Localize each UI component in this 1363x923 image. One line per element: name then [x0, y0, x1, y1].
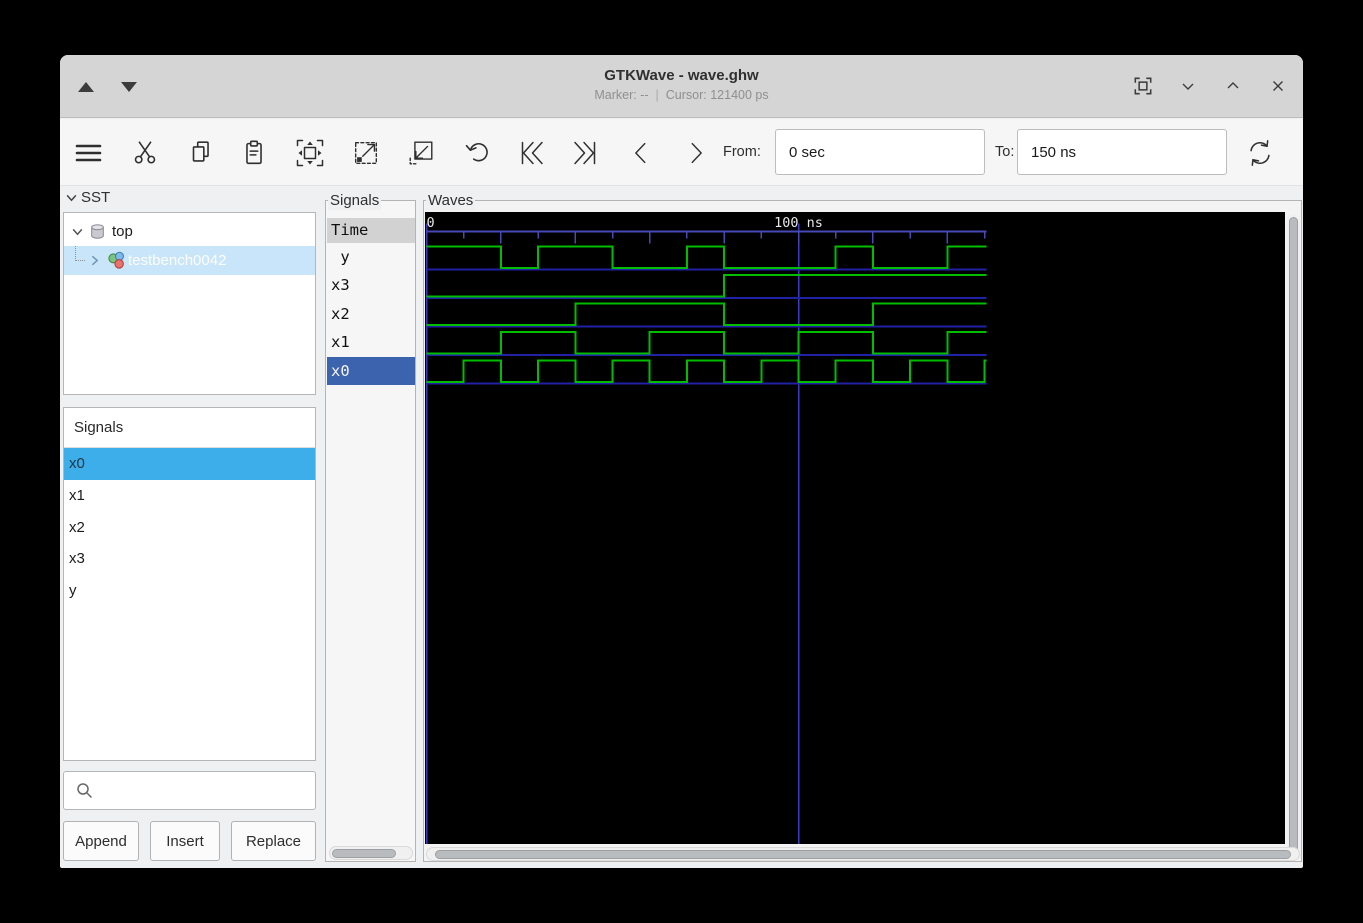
reload-button[interactable]: [1243, 136, 1277, 170]
zoom-out-frame-icon: [354, 141, 378, 165]
toolbar: From: To:: [60, 119, 1303, 186]
list-item-x1[interactable]: x1: [64, 480, 315, 512]
copy-icon: [192, 141, 209, 162]
sst-label: SST: [81, 189, 111, 206]
signal-name-x2[interactable]: x2: [327, 300, 415, 329]
signal-name-x0[interactable]: x0: [327, 356, 415, 386]
from-input[interactable]: [775, 129, 985, 175]
list-item-x3[interactable]: x3: [64, 543, 315, 575]
undo-button[interactable]: [460, 136, 494, 170]
waves-hscrollbar[interactable]: [426, 847, 1300, 861]
zoom-out-frame-button[interactable]: [349, 136, 383, 170]
wave-trace-x3: [426, 274, 987, 298]
wave-trace-x2: [426, 302, 987, 326]
waves-vscrollbar[interactable]: [1287, 214, 1300, 860]
signal-name-x3[interactable]: x3: [327, 271, 415, 300]
names-hscrollbar-thumb[interactable]: [332, 848, 396, 858]
chevron-down-icon: [1182, 83, 1194, 90]
chevron-left-icon: [635, 142, 646, 164]
signal-names-frame: Signals Time y x3 x2 x1 x0: [325, 191, 416, 862]
cursor-status: Cursor: 121400 ps: [665, 88, 769, 102]
window-title: GTKWave - wave.ghw: [604, 67, 759, 84]
waveform-canvas[interactable]: 0 100 ns: [425, 212, 1285, 844]
skip-to-start-icon: [521, 141, 543, 165]
from-label: From:: [723, 144, 761, 160]
tree-item-testbench[interactable]: testbench0042: [64, 246, 315, 275]
chevron-down-icon[interactable]: [71, 225, 84, 238]
wave-trace-x1: [426, 331, 987, 355]
waveform-plot[interactable]: 0 100 ns: [425, 212, 1285, 844]
search-icon: [76, 782, 93, 799]
cut-icon: [134, 141, 156, 164]
sst-tree-panel: top testbench0042: [63, 212, 316, 395]
menu-icon: [75, 144, 102, 162]
tree-item-label[interactable]: top: [112, 223, 133, 240]
waves-frame: Waves 0 100 ns: [423, 191, 1302, 862]
titlebar[interactable]: GTKWave - wave.ghw Marker: -- | Cursor: 12…: [60, 55, 1303, 118]
marker-status: Marker: --: [594, 88, 649, 102]
list-item-y[interactable]: y: [64, 575, 315, 607]
list-item-x0[interactable]: x0: [64, 448, 315, 480]
signal-list-panel: Signals x0 x1 x2 x3 y: [63, 407, 316, 761]
time-label-0: 0: [427, 215, 435, 231]
tree-item-label[interactable]: testbench0042: [128, 252, 226, 269]
paste-icon: [246, 140, 262, 165]
chevron-right-icon[interactable]: [88, 254, 101, 267]
chevron-up-icon: [1227, 82, 1239, 89]
copy-button[interactable]: [184, 136, 218, 170]
replace-button[interactable]: Replace: [231, 821, 316, 861]
chevron-down-icon: [66, 194, 77, 202]
to-label: To:: [995, 144, 1015, 160]
sst-expander[interactable]: SST: [65, 189, 110, 206]
append-button[interactable]: Append: [63, 821, 139, 861]
tree-item-top[interactable]: top: [64, 217, 315, 246]
reload-icon: [1250, 140, 1270, 166]
zoom-fit-icon: [296, 139, 324, 167]
zoom-in-frame-button[interactable]: [404, 136, 438, 170]
names-hscrollbar[interactable]: [329, 846, 413, 860]
tree-connector: [75, 246, 85, 261]
skip-to-end-button[interactable]: [569, 136, 603, 170]
paste-button[interactable]: [237, 136, 271, 170]
maximize-button[interactable]: [1220, 73, 1246, 99]
step-back-button[interactable]: [624, 136, 658, 170]
time-header[interactable]: Time: [327, 218, 415, 243]
wave-trace-y: [426, 245, 987, 269]
fullscreen-icon: [1134, 77, 1152, 95]
time-label-100: 100 ns: [774, 215, 823, 231]
gtkwave-window: GTKWave - wave.ghw Marker: -- | Cursor: 12…: [60, 55, 1303, 868]
zoom-fit-button[interactable]: [293, 136, 327, 170]
title-block: GTKWave - wave.ghw Marker: -- | Cursor: 12…: [60, 55, 1303, 102]
waves-vscrollbar-thumb[interactable]: [1288, 217, 1298, 853]
cut-button[interactable]: [128, 136, 162, 170]
search-input[interactable]: [93, 772, 315, 809]
signal-list-header: Signals: [64, 408, 315, 448]
skip-to-end-icon: [574, 141, 596, 165]
undo-icon: [465, 143, 488, 162]
waves-frame-label: Waves: [426, 191, 476, 210]
minimize-button[interactable]: [1175, 73, 1201, 99]
chevron-right-icon: [691, 142, 702, 164]
to-input[interactable]: [1017, 129, 1227, 175]
step-forward-button[interactable]: [679, 136, 713, 170]
status-separator: |: [655, 88, 659, 102]
signal-name-x1[interactable]: x1: [327, 328, 415, 357]
list-item-x2[interactable]: x2: [64, 512, 315, 544]
waves-hscrollbar-thumb[interactable]: [435, 849, 1291, 859]
wave-trace-x0: [426, 359, 987, 383]
menu-button[interactable]: [71, 136, 105, 170]
status-line: Marker: -- | Cursor: 121400 ps: [60, 88, 1303, 102]
search-box: [63, 771, 316, 810]
fullscreen-button[interactable]: [1130, 73, 1156, 99]
close-icon: [1273, 81, 1283, 91]
module-cylinder-icon: [91, 224, 104, 239]
skip-to-start-button[interactable]: [514, 136, 548, 170]
instance-spheres-icon: [108, 251, 124, 269]
close-button[interactable]: [1265, 73, 1291, 99]
zoom-in-frame-icon: [409, 141, 433, 165]
signal-name-y[interactable]: y: [327, 243, 415, 272]
insert-button[interactable]: Insert: [150, 821, 220, 861]
signal-names-frame-label: Signals: [328, 191, 382, 210]
